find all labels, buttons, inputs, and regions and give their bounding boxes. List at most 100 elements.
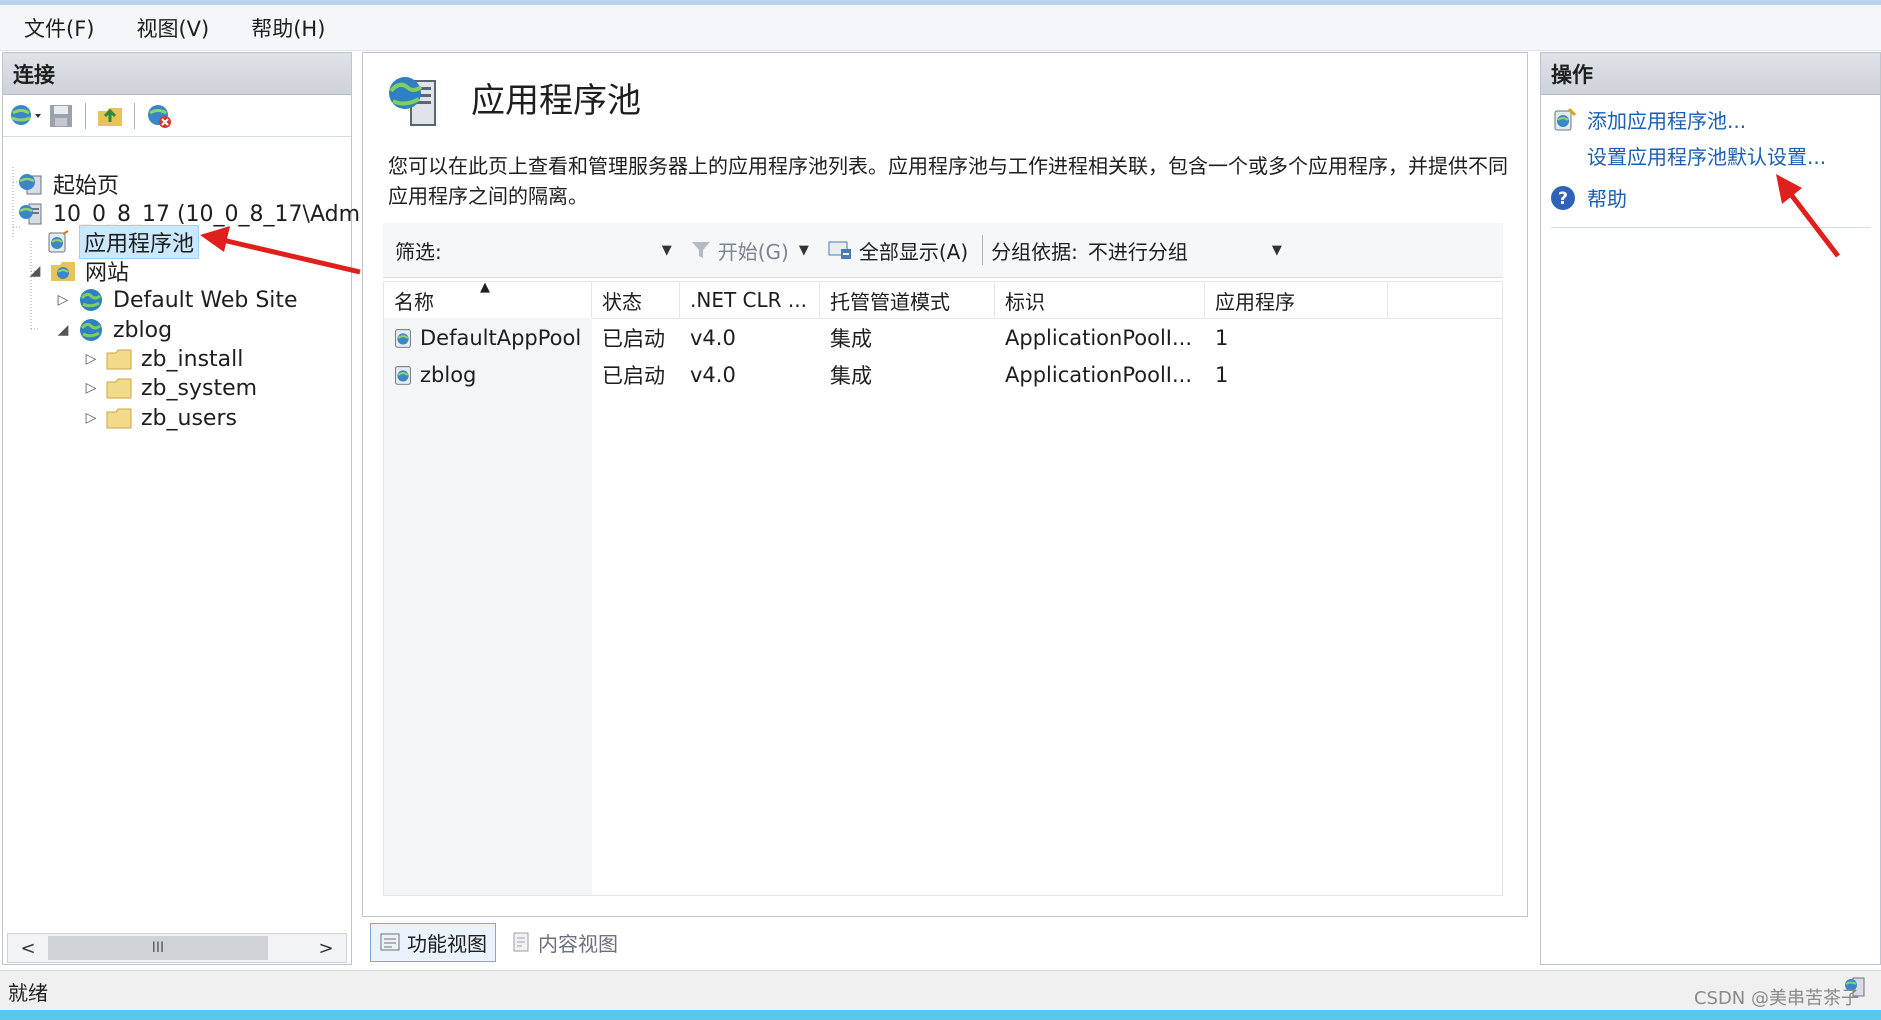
action-label: 帮助 <box>1587 187 1627 211</box>
expand-toggle-icon[interactable]: ▷ <box>55 292 71 308</box>
column-header-label: 应用程序 <box>1215 289 1295 314</box>
annotation-arrow-right <box>1776 174 1840 258</box>
group-by-select[interactable]: 不进行分组 <box>1088 236 1268 265</box>
tab-features-view[interactable]: 功能视图 <box>370 922 496 962</box>
svg-text:?: ? <box>1558 189 1568 209</box>
folder-icon <box>105 374 133 402</box>
table-header: 名称 ▲ 状态 .NET CLR ... 托管管道模式 标识 应用程序 <box>384 280 1502 319</box>
help-icon: ? <box>1551 185 1575 210</box>
menu-view[interactable]: 视图(V) <box>112 13 227 43</box>
content-view-icon <box>513 932 529 952</box>
disconnect-icon[interactable] <box>145 102 173 130</box>
funnel-icon <box>691 242 710 258</box>
scroll-left-icon[interactable]: < <box>8 934 48 962</box>
collapse-toggle-icon[interactable]: ◢ <box>27 263 43 279</box>
cell-status: 已启动 <box>602 326 665 351</box>
status-text: 就绪 <box>8 980 48 1005</box>
tab-label: 功能视图 <box>407 931 487 956</box>
filter-label: 筛选: <box>395 239 442 264</box>
column-header-applications[interactable]: 应用程序 <box>1205 282 1388 318</box>
status-bar: 就绪 <box>0 970 1881 1011</box>
cell-applications: 1 <box>1215 325 1229 350</box>
start-page-icon <box>17 170 45 198</box>
cell-name: DefaultAppPool <box>384 319 592 356</box>
tab-label: 内容视图 <box>538 931 618 956</box>
save-icon[interactable] <box>47 102 75 130</box>
menu-file[interactable]: 文件(F) <box>0 13 112 43</box>
tree-label: Default Web Site <box>113 287 298 313</box>
app-pools-table: 名称 ▲ 状态 .NET CLR ... 托管管道模式 标识 应用程序 Defa… <box>383 280 1503 896</box>
up-folder-icon[interactable] <box>96 102 124 130</box>
expand-toggle-icon[interactable]: ▷ <box>83 351 99 367</box>
column-header-identity[interactable]: 标识 <box>995 282 1205 318</box>
tree-item-zb-install[interactable]: ▷ zb_install <box>83 343 244 375</box>
features-view-icon <box>380 933 400 951</box>
cell-applications: 1 <box>1215 362 1229 387</box>
column-header-label: .NET CLR ... <box>690 288 807 312</box>
menu-help[interactable]: 帮助(H) <box>227 13 343 43</box>
set-app-pool-defaults-link[interactable]: 设置应用程序池默认设置... <box>1587 141 1826 170</box>
scroll-thumb[interactable]: III <box>48 936 268 960</box>
tree-item-zb-users[interactable]: ▷ zb_users <box>83 402 237 434</box>
show-all-button[interactable]: 全部显示(A) <box>827 236 968 265</box>
column-header-label: 状态 <box>602 289 642 314</box>
tree-item-app-pools[interactable]: 应用程序池 <box>43 225 200 259</box>
sorted-column-background <box>384 318 592 895</box>
tree-label: 应用程序池 <box>79 225 200 259</box>
accent-strip <box>0 1010 1881 1020</box>
column-header-status[interactable]: 状态 <box>592 282 680 318</box>
tree-item-start-page[interactable]: 起始页 <box>17 168 119 200</box>
tree-label: 起始页 <box>53 174 120 199</box>
filter-dropdown-icon[interactable]: ▼ <box>662 243 672 258</box>
add-app-pool-icon <box>1554 107 1577 130</box>
collapse-toggle-icon[interactable]: ◢ <box>55 322 71 338</box>
cell-name: zblog <box>384 356 592 393</box>
tree-item-zb-system[interactable]: ▷ zb_system <box>83 372 257 404</box>
sort-ascending-icon: ▲ <box>480 280 490 295</box>
table-row[interactable]: DefaultAppPool 已启动 v4.0 集成 ApplicationPo… <box>384 319 1502 356</box>
cell-pipeline: 集成 <box>830 326 872 351</box>
cell-pipeline: 集成 <box>830 363 872 388</box>
annotation-arrow-left <box>200 226 361 275</box>
column-header-label: 标识 <box>1005 289 1045 314</box>
sites-folder-icon <box>49 257 77 285</box>
tree-item-sites[interactable]: ◢ 网站 <box>27 255 129 287</box>
connections-toolbar <box>3 95 351 137</box>
start-filter-button[interactable]: 开始(G) ▼ <box>690 236 809 265</box>
globe-icon <box>77 286 105 314</box>
view-tabs: 功能视图 内容视图 <box>370 922 626 962</box>
column-header-label: 托管管道模式 <box>830 289 950 314</box>
row-name: zblog <box>420 362 477 387</box>
table-row[interactable]: zblog 已启动 v4.0 集成 ApplicationPoolI... 1 <box>384 356 1502 393</box>
connections-header: 连接 <box>3 53 351 95</box>
group-by-label: 分组依据: <box>991 239 1078 264</box>
tree-label: zb_users <box>141 405 237 431</box>
tree-label: zb_install <box>141 346 244 372</box>
main-pane: 应用程序池 您可以在此页上查看和管理服务器上的应用程序池列表。应用程序池与工作进… <box>362 52 1528 917</box>
tree-item-zblog[interactable]: ◢ zblog <box>55 314 172 346</box>
start-dropdown-icon[interactable]: ▼ <box>799 243 809 258</box>
column-header-name[interactable]: 名称 ▲ <box>384 280 592 318</box>
expand-toggle-icon[interactable]: ▷ <box>83 410 99 426</box>
connections-scrollbar[interactable]: < III > <box>7 933 347 963</box>
action-label: 添加应用程序池... <box>1587 109 1747 133</box>
column-header-label: 名称 <box>394 289 434 314</box>
toolbar-separator <box>134 102 135 129</box>
app-pool-icon <box>43 228 71 256</box>
connect-globe-icon[interactable] <box>9 102 41 130</box>
expand-toggle-icon[interactable]: ▷ <box>83 380 99 396</box>
page-description: 您可以在此页上查看和管理服务器上的应用程序池列表。应用程序池与工作进程相关联，包… <box>388 154 1508 208</box>
add-app-pool-link[interactable]: 添加应用程序池... <box>1549 105 1746 134</box>
filter-bar: 筛选: ▼ 开始(G) ▼ 全部显示(A) 分组依据: 不进行分组 ▼ <box>383 223 1503 278</box>
folder-icon <box>105 345 133 373</box>
column-header-clr[interactable]: .NET CLR ... <box>680 282 820 318</box>
group-by-dropdown-icon[interactable]: ▼ <box>1272 243 1282 258</box>
help-link[interactable]: ? 帮助 <box>1549 183 1627 212</box>
cell-clr: v4.0 <box>690 325 736 350</box>
filter-input[interactable] <box>448 235 658 265</box>
column-header-pipeline[interactable]: 托管管道模式 <box>820 282 995 318</box>
show-all-icon <box>828 241 851 259</box>
scroll-right-icon[interactable]: > <box>306 934 346 962</box>
tab-content-view[interactable]: 内容视图 <box>502 924 626 961</box>
tree-label: zb_system <box>141 375 258 401</box>
